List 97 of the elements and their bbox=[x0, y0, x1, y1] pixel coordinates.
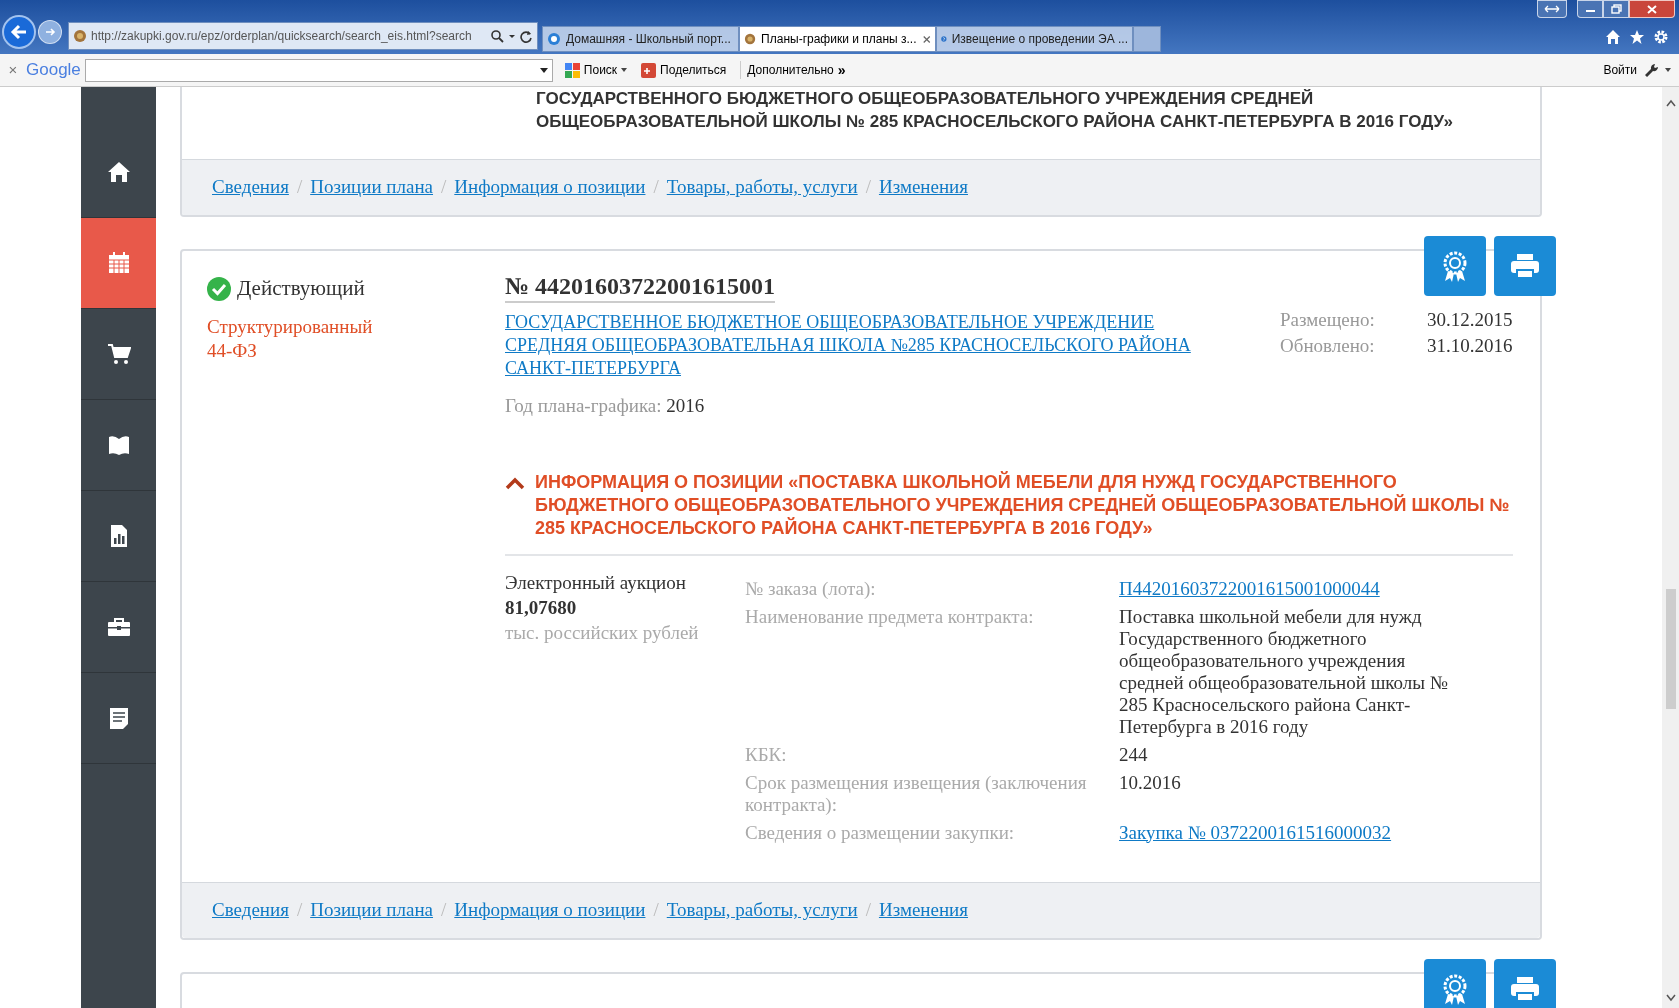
star-icon[interactable] bbox=[1629, 29, 1645, 45]
plan-number: № 44201603722001615001 bbox=[505, 271, 776, 303]
nav-link[interactable]: Изменения bbox=[878, 895, 968, 925]
breadcrumb-separator: / bbox=[296, 897, 303, 922]
restore-size-button[interactable] bbox=[1537, 0, 1567, 18]
field-label: № заказа (лота): bbox=[745, 577, 877, 600]
position-title: ИНФОРМАЦИЯ О ПОЗИЦИИ «ПОСТАВКА ШКОЛЬНОЙ МЕБЕЛИ ДЛЯ НУЖД ГОСУДАРСТВЕННОГО БЮДЖЕТНОГО ОБЩЕОБРАЗОВАТЕЛЬНОГО УЧРЕЖДЕНИЯ СРЕДНЕЙ ОБЩЕОБРАЗОВАТЕЛЬНОЙ ШКОЛЫ № 285 КРАСНОСЕЛЬСКОГО РАЙОНА САНКТ-ПЕТЕРБУРГА В 2016 ГОДУ» bbox=[535, 470, 1511, 540]
address-field[interactable]: http://zakupki.gov.ru/epz/orderplan/quicksearch/search_eis.html?search bbox=[68, 22, 538, 50]
caret-icon bbox=[1665, 68, 1671, 72]
breadcrumb-separator: / bbox=[865, 175, 871, 200]
scroll-thumb[interactable] bbox=[1665, 589, 1676, 709]
check-circle-icon bbox=[207, 276, 231, 301]
wrench-icon bbox=[1643, 62, 1659, 78]
close-toolbar-button[interactable]: × bbox=[0, 58, 26, 82]
field-link[interactable]: Закупка № 0372200161516000032 bbox=[1119, 821, 1469, 844]
scroll-down-icon[interactable] bbox=[1665, 994, 1676, 1002]
print-button[interactable] bbox=[1494, 958, 1556, 1008]
position-heading: ОБЩЕОБРАЗОВАТЕЛЬНОЙ ШКОЛЫ № 285 КРАСНОСЕЛЬСКОГО РАЙОНА САНКТ-ПЕТЕРБУРГА В 2016 ГОДУ» bbox=[536, 111, 1454, 133]
date-value: 31.10.2016 bbox=[1427, 334, 1513, 358]
nav-link[interactable]: Позиции плана bbox=[310, 895, 433, 925]
date-label: Обновлено: bbox=[1280, 334, 1376, 358]
nav-link[interactable]: Информация о позиции bbox=[454, 895, 646, 925]
refresh-icon[interactable] bbox=[520, 29, 533, 43]
field-link[interactable]: П44201603722001615001000044 bbox=[1119, 577, 1469, 600]
calendar-icon bbox=[106, 251, 131, 275]
login-button[interactable]: Войти bbox=[1603, 61, 1671, 79]
breadcrumb-separator: / bbox=[441, 897, 447, 922]
caret-icon bbox=[539, 67, 548, 73]
plan-type: 44-ФЗ bbox=[207, 338, 258, 363]
field-label: Наименование предмета контракта: bbox=[745, 605, 1035, 629]
more-button[interactable]: Дополнительно » bbox=[740, 61, 846, 79]
nav-link[interactable]: Товары, работы, услуги bbox=[666, 173, 858, 202]
close-window-button[interactable] bbox=[1629, 0, 1675, 18]
arrow-left-icon bbox=[10, 23, 28, 41]
nav-link[interactable]: Изменения bbox=[878, 173, 968, 202]
emblem-icon bbox=[73, 29, 87, 43]
google-plus-icon bbox=[641, 62, 657, 78]
purchase-method: Электронный аукцион bbox=[505, 570, 687, 595]
plan-year: Год плана-графика: 2016 bbox=[505, 394, 706, 418]
close-icon bbox=[1647, 4, 1657, 14]
status-label: Действующий bbox=[237, 275, 365, 302]
browser-tab[interactable]: Домашняя - Школьный порт... bbox=[542, 26, 739, 52]
scroll-up-icon[interactable] bbox=[1665, 99, 1676, 107]
search-icon[interactable] bbox=[491, 29, 504, 43]
book-icon bbox=[106, 433, 131, 457]
field-value: 244 bbox=[1119, 743, 1149, 766]
scrollbar[interactable] bbox=[1662, 87, 1679, 1008]
caret-icon[interactable] bbox=[508, 33, 516, 39]
breadcrumb-separator: / bbox=[865, 897, 871, 922]
nav-link[interactable]: Сведения bbox=[212, 895, 289, 925]
google-logo: Google bbox=[26, 59, 81, 82]
field-value: Поставка школьной мебели для нужд Государственного бюджетного общеобразовательного учреждения средней общеобразовательной школы № 285 Красносельского района Санкт-Петербурга в 2016 году bbox=[1119, 605, 1449, 738]
minimize-button[interactable] bbox=[1577, 0, 1603, 18]
amount: 81,07680 bbox=[505, 595, 578, 620]
settings-icon[interactable] bbox=[1653, 29, 1669, 45]
double-arrow-icon bbox=[1544, 5, 1560, 13]
award-button[interactable] bbox=[1424, 958, 1486, 1008]
nav-link[interactable]: Товары, работы, услуги bbox=[666, 895, 858, 925]
award-button[interactable] bbox=[1424, 236, 1486, 296]
nav-link[interactable]: Информация о позиции bbox=[454, 173, 646, 202]
nav-link[interactable]: Позиции плана bbox=[310, 173, 433, 202]
back-button[interactable] bbox=[2, 15, 36, 49]
restore-icon bbox=[1610, 4, 1622, 14]
arrow-right-icon bbox=[44, 26, 56, 38]
breadcrumb-separator: / bbox=[653, 897, 659, 922]
breadcrumb-separator: / bbox=[296, 175, 303, 200]
forward-button[interactable] bbox=[38, 20, 62, 44]
search-button[interactable]: Поиск bbox=[562, 61, 630, 79]
share-button[interactable]: Поделиться bbox=[641, 61, 727, 79]
breadcrumb-separator: / bbox=[441, 175, 447, 200]
customer-link[interactable]: ГОСУДАРСТВЕННОЕ БЮДЖЕТНОЕ ОБЩЕОБРАЗОВАТЕЛЬНОЕ УЧРЕЖДЕНИЕ СРЕДНЯЯ ОБЩЕОБРАЗОВАТЕЛЬНАЯ ШКОЛА №285 КРАСНОСЕЛЬСКОГО РАЙОНА САНКТ-ПЕТЕРБУРГА bbox=[505, 311, 1235, 380]
field-label: Срок размещения извещения (заключения контракта): bbox=[745, 771, 1088, 816]
field-label: КБК: bbox=[745, 743, 788, 766]
emblem-icon bbox=[744, 32, 757, 46]
field-value: 10.2016 bbox=[1119, 771, 1182, 795]
nav-link[interactable]: Сведения bbox=[212, 173, 289, 202]
browser-tab[interactable]: Извещение о проведении ЭА ... bbox=[936, 26, 1133, 52]
position-heading: ГОСУДАРСТВЕННОГО БЮДЖЕТНОГО ОБЩЕОБРАЗОВАТЕЛЬНОГО УЧРЕЖДЕНИЯ СРЕДНЕЙ bbox=[536, 88, 1315, 110]
plan-type: Структурированный bbox=[207, 314, 374, 339]
home-icon[interactable] bbox=[1605, 29, 1621, 45]
google-icon bbox=[564, 62, 580, 78]
browser-tab[interactable]: Планы-графики и планы з... bbox=[739, 26, 936, 52]
home-icon bbox=[106, 160, 131, 184]
print-button[interactable] bbox=[1494, 236, 1556, 296]
caret-icon bbox=[621, 68, 628, 72]
field-label: Сведения о размещении закупки: bbox=[745, 821, 1016, 844]
date-value: 30.12.2015 bbox=[1427, 308, 1513, 332]
briefcase-icon bbox=[106, 615, 131, 639]
cart-icon bbox=[106, 342, 131, 366]
maximize-button[interactable] bbox=[1603, 0, 1629, 18]
currency: тыс. российских рублей bbox=[505, 620, 700, 645]
date-label: Размещено: bbox=[1280, 308, 1376, 332]
collapse-icon[interactable] bbox=[505, 475, 525, 491]
globe-icon bbox=[547, 32, 561, 46]
close-icon[interactable] bbox=[921, 33, 931, 45]
breadcrumb-separator: / bbox=[653, 175, 659, 200]
search-field[interactable] bbox=[84, 58, 553, 82]
